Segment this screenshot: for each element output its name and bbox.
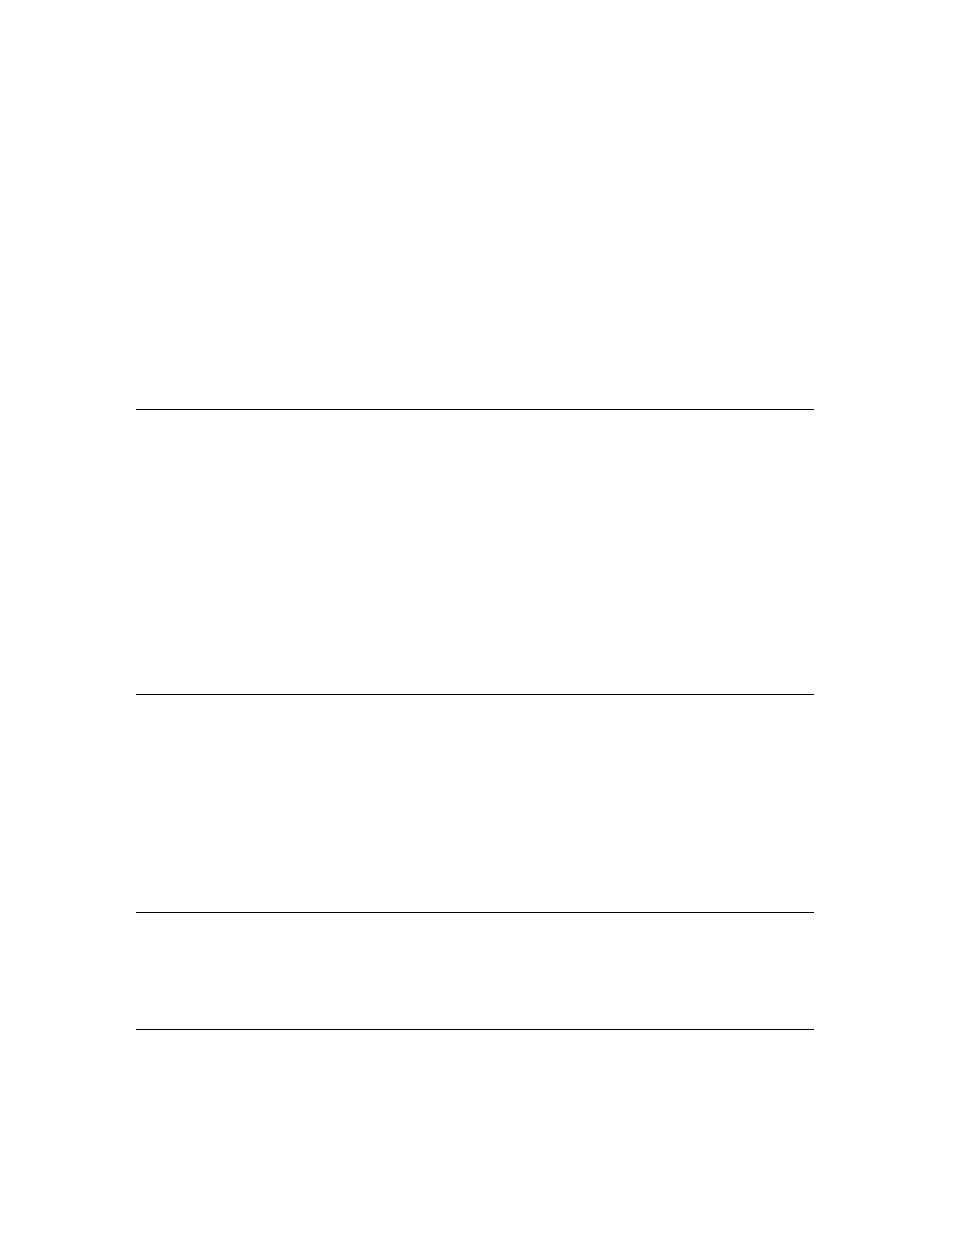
divider-line (136, 1029, 814, 1030)
divider-line (136, 694, 814, 695)
divider-line (136, 912, 814, 913)
divider-line (136, 409, 814, 410)
page (0, 0, 954, 1235)
